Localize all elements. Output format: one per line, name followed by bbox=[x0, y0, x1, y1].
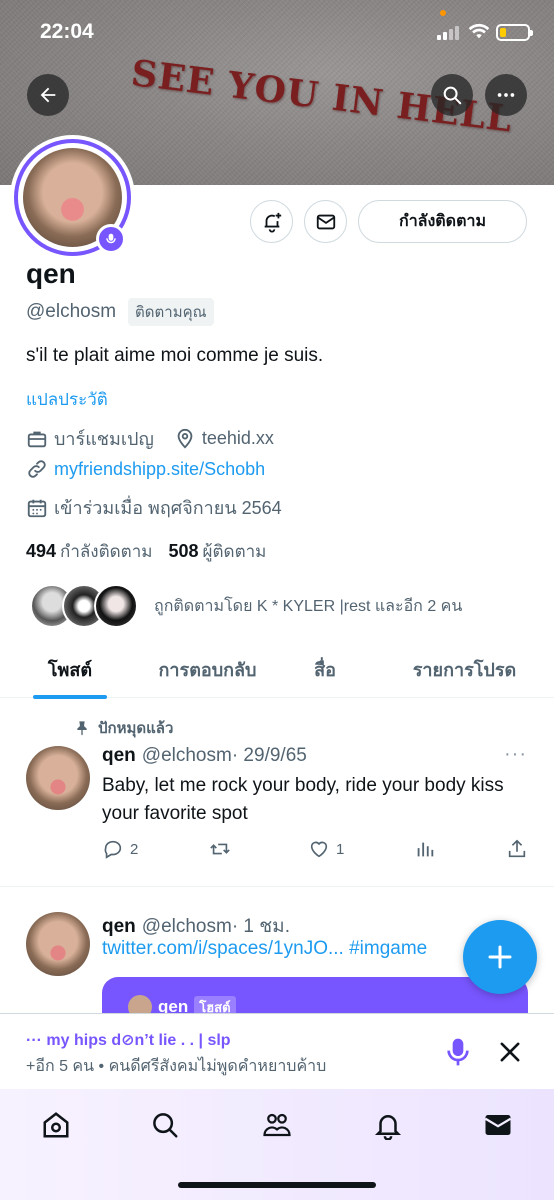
follows-you-badge: ติดตามคุณ bbox=[128, 298, 214, 326]
follow-counts: 494 กำลังติดตาม 508 ผู้ติดตาม bbox=[26, 538, 266, 565]
search-button[interactable] bbox=[431, 74, 473, 116]
more-options-button[interactable] bbox=[485, 74, 527, 116]
status-time: 22:04 bbox=[40, 20, 94, 43]
nav-search[interactable] bbox=[147, 1107, 183, 1143]
retweet-button[interactable] bbox=[208, 838, 238, 860]
home-indicator[interactable] bbox=[178, 1182, 376, 1188]
follower-avatar bbox=[94, 584, 138, 628]
tab-posts[interactable]: โพสต์ bbox=[0, 640, 140, 698]
tweet-header: qen @elchosm· 1 ชม. bbox=[102, 911, 290, 941]
like-count: 1 bbox=[336, 840, 345, 858]
tweet-time: · 1 ชม. bbox=[231, 916, 290, 937]
profile-bio: s'il te plait aime moi comme je suis. bbox=[26, 345, 324, 366]
tweet-spaces-link[interactable]: twitter.com/i/spaces/1ynJO... #imgame bbox=[102, 938, 482, 960]
arrow-left-icon bbox=[40, 87, 56, 103]
profile-handle: @elchosm bbox=[26, 301, 117, 322]
privacy-indicator-icon bbox=[440, 10, 446, 16]
cellular-signal-icon bbox=[437, 26, 459, 40]
location-pin-icon bbox=[177, 428, 193, 449]
heart-icon bbox=[310, 841, 328, 858]
tab-replies[interactable]: การตอบกลับ bbox=[140, 640, 275, 698]
link-icon bbox=[28, 460, 46, 478]
tweet-more-button[interactable]: ··· bbox=[504, 743, 527, 766]
pin-icon bbox=[77, 721, 87, 736]
notifications-button[interactable] bbox=[250, 200, 293, 243]
reply-icon bbox=[104, 840, 122, 859]
tweet-avatar[interactable] bbox=[26, 912, 90, 976]
profile-joined-date: เข้าร่วมเมื่อ พฤศจิกายน 2564 bbox=[54, 498, 282, 518]
following-button[interactable]: กำลังติดตาม bbox=[358, 200, 527, 243]
tweet-actions: 2 1 bbox=[102, 838, 528, 860]
tweet-text: Baby, let me rock your body, ride your b… bbox=[102, 775, 504, 824]
followers-count-link[interactable]: 508 ผู้ติดตาม bbox=[168, 538, 266, 565]
followed-by-text: ถูกติดตามโดย K * KYLER |rest และอีก 2 คน bbox=[154, 597, 463, 615]
joined-row: เข้าร่วมเมื่อ พฤศจิกายน 2564 bbox=[26, 493, 282, 522]
battery-icon bbox=[496, 24, 533, 41]
reply-button[interactable]: 2 bbox=[102, 838, 138, 860]
nav-notifications[interactable] bbox=[370, 1107, 406, 1143]
followers-you-know[interactable]: ถูกติดตามโดย K * KYLER |rest และอีก 2 คน bbox=[30, 584, 462, 628]
spaces-dock-subtitle: +อีก 5 คน • คนดีศรีสังคมไม่พูดคำหยาบค้าบ bbox=[26, 1058, 327, 1075]
tweet-author-name[interactable]: qen bbox=[102, 916, 136, 937]
tab-likes[interactable]: รายการโปรด bbox=[375, 640, 554, 698]
tweet-avatar[interactable] bbox=[26, 746, 90, 810]
message-button[interactable] bbox=[304, 200, 347, 243]
briefcase-icon bbox=[27, 431, 47, 447]
handle-row: @elchosm ติดตามคุณ bbox=[26, 298, 214, 326]
like-button[interactable]: 1 bbox=[308, 838, 344, 860]
website-row: myfriendshipp.site/Schobh bbox=[26, 458, 265, 480]
nav-home[interactable] bbox=[38, 1107, 74, 1143]
profile-location: teehid.xx bbox=[201, 428, 274, 448]
tab-media[interactable]: สื่อ bbox=[275, 640, 375, 698]
category-location-row: บาร์แชมเปญ teehid.xx bbox=[26, 424, 274, 453]
status-bar: 22:04 bbox=[0, 0, 554, 66]
nav-messages[interactable] bbox=[480, 1107, 516, 1143]
spaces-dock-title: ··· my hips d⊘n’t lie . . | slp bbox=[26, 1032, 231, 1049]
profile-tabs: โพสต์ การตอบกลับ สื่อ รายการโปรด bbox=[0, 640, 554, 698]
retweet-icon bbox=[210, 843, 230, 855]
share-button[interactable] bbox=[506, 838, 528, 860]
bell-icon bbox=[374, 1115, 402, 1140]
wifi-icon bbox=[468, 23, 490, 39]
profile-website-link[interactable]: myfriendshipp.site/Schobh bbox=[54, 459, 265, 480]
spaces-live-badge-icon bbox=[96, 224, 126, 254]
more-horizontal-icon bbox=[497, 93, 515, 97]
translate-bio-link[interactable]: แปลประวัติ bbox=[26, 386, 108, 413]
tweet-divider bbox=[0, 886, 554, 887]
views-button[interactable] bbox=[414, 838, 436, 860]
pinned-indicator: ปักหมุดแล้ว bbox=[74, 716, 173, 740]
search-icon bbox=[153, 1113, 178, 1138]
profile-category: บาร์แชมเปญ bbox=[54, 429, 154, 449]
profile-name: qen bbox=[26, 258, 76, 289]
analytics-icon bbox=[417, 842, 434, 857]
microphone-icon[interactable] bbox=[442, 1036, 474, 1068]
spaces-dock[interactable]: ··· my hips d⊘n’t lie . . | slp +อีก 5 ค… bbox=[0, 1013, 554, 1089]
following-count-link[interactable]: 494 กำลังติดตาม bbox=[26, 538, 152, 565]
envelope-icon bbox=[484, 1115, 512, 1135]
reply-count: 2 bbox=[130, 840, 139, 858]
search-icon bbox=[443, 86, 462, 105]
tweet-time: · 29/9/65 bbox=[231, 745, 307, 766]
plus-icon bbox=[488, 945, 512, 969]
tweet-author-handle: @elchosm bbox=[141, 916, 232, 937]
home-icon bbox=[43, 1112, 69, 1138]
communities-icon bbox=[263, 1113, 291, 1137]
tweet-header: qen @elchosm· 29/9/65 bbox=[102, 745, 307, 767]
back-button[interactable] bbox=[27, 74, 69, 116]
tweet-author-handle: @elchosm bbox=[141, 745, 232, 766]
calendar-icon bbox=[27, 499, 47, 517]
envelope-icon bbox=[316, 214, 335, 229]
nav-communities[interactable] bbox=[259, 1107, 295, 1143]
compose-tweet-button[interactable] bbox=[463, 920, 537, 994]
tweet-author-name[interactable]: qen bbox=[102, 745, 136, 766]
share-icon bbox=[508, 839, 526, 858]
close-icon[interactable] bbox=[496, 1038, 524, 1066]
bell-plus-icon bbox=[264, 212, 281, 233]
